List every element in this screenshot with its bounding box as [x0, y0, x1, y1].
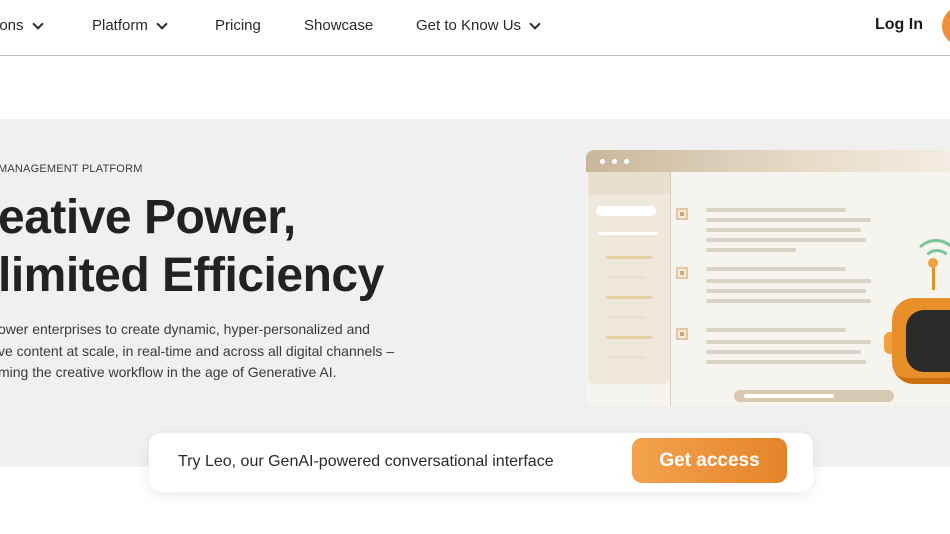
- text-line: [706, 208, 846, 212]
- hero-description-line: ower enterprises to create dynamic, hype…: [0, 321, 370, 337]
- hero-description-line: ve content at scale, in real-time and ac…: [0, 342, 395, 359]
- text-line: [706, 279, 871, 283]
- hero-headline: eative Power, limited Efficiency: [0, 189, 384, 305]
- checkbox-icon: [676, 328, 688, 340]
- nav-item-platform[interactable]: Platform: [92, 17, 168, 34]
- text-line: [706, 248, 796, 252]
- nav-item-label: Get to Know Us: [416, 17, 522, 34]
- illustration-input-pill: [734, 390, 894, 402]
- window-dot-icon: [612, 159, 617, 164]
- window-dot-icon: [624, 159, 629, 164]
- hero-section: MANAGEMENT PLATFORM eative Power, limite…: [0, 119, 950, 467]
- leo-promo-card: Try Leo, our GenAI-powered conversationa…: [149, 433, 813, 492]
- nav-item-showcase[interactable]: Showcase: [304, 17, 373, 34]
- illustration-divider: [670, 172, 671, 406]
- text-line: [706, 228, 861, 232]
- hero-headline-line: eative Power,: [0, 191, 296, 244]
- sidebar-line: [606, 276, 646, 279]
- text-line: [706, 267, 846, 271]
- chevron-down-icon: [156, 17, 168, 30]
- chevron-down-icon: [529, 17, 541, 30]
- text-line: [706, 350, 861, 354]
- checkbox-icon: [676, 208, 688, 220]
- robot-antenna-tip: [928, 258, 938, 268]
- text-line: [706, 340, 871, 344]
- login-link[interactable]: Log In: [875, 16, 923, 34]
- sidebar-line: [606, 296, 652, 299]
- top-navigation: ions Platform Pricing Showcase Get to Kn…: [0, 0, 950, 56]
- sidebar-line: [606, 316, 646, 319]
- text-line: [706, 328, 846, 332]
- hero-eyebrow: MANAGEMENT PLATFORM: [0, 163, 143, 175]
- sidebar-line: [598, 232, 658, 235]
- text-line: [706, 289, 866, 293]
- nav-item-label: Pricing: [215, 17, 261, 34]
- text-line: [706, 218, 871, 222]
- hero-headline-line: limited Efficiency: [0, 249, 384, 302]
- nav-item-pricing[interactable]: Pricing: [215, 17, 261, 34]
- illustration-sidebar: [588, 172, 670, 384]
- promo-text: Try Leo, our GenAI-powered conversationa…: [178, 453, 554, 470]
- nav-item-label: ions: [0, 17, 24, 34]
- text-line: [706, 299, 871, 303]
- robot-mascot-icon: [884, 258, 950, 398]
- nav-item-solutions[interactable]: ions: [0, 17, 44, 34]
- window-dot-icon: [600, 159, 605, 164]
- get-access-button[interactable]: Get access: [632, 438, 787, 483]
- checkbox-icon: [676, 267, 688, 279]
- hero-description-line: ming the creative workflow in the age of…: [0, 364, 337, 380]
- sidebar-line: [606, 336, 652, 339]
- text-line: [706, 360, 866, 364]
- text-line: [706, 238, 866, 242]
- sidebar-line: [606, 256, 652, 259]
- menu-icon: [588, 172, 670, 194]
- nav-cta-button[interactable]: [942, 6, 950, 46]
- hero-description: ower enterprises to create dynamic, hype…: [0, 319, 418, 384]
- nav-item-get-to-know-us[interactable]: Get to Know Us: [416, 17, 541, 34]
- nav-item-label: Showcase: [304, 17, 374, 34]
- illustration-search: [596, 206, 656, 216]
- sidebar-line: [606, 356, 646, 359]
- chevron-down-icon: [31, 17, 44, 30]
- robot-face: [906, 310, 950, 372]
- window-titlebar: [586, 150, 950, 172]
- nav-item-label: Platform: [92, 17, 148, 34]
